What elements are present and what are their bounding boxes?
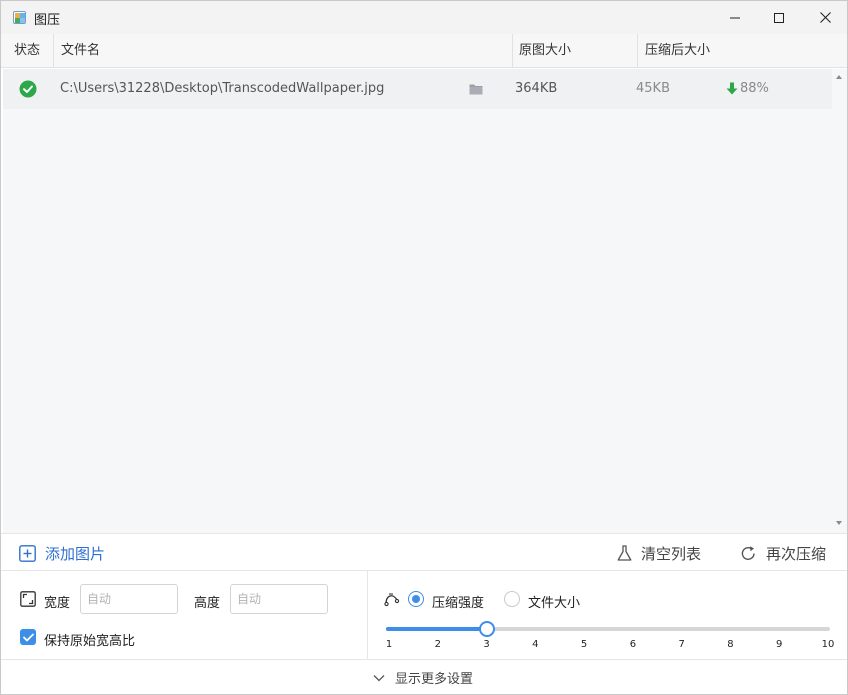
column-header-original-size[interactable]: 原图大小	[509, 34, 571, 68]
scroll-up-arrow-icon[interactable]	[836, 75, 842, 79]
app-window: 图压 状态 文件名 原图大小 压缩后大小 C:\Users\31228\Desk…	[0, 0, 848, 695]
close-icon	[819, 12, 831, 23]
strength-slider-thumb[interactable]	[478, 621, 495, 637]
title-bar[interactable]: 图压	[1, 1, 847, 34]
row-filename: C:\Users\31228\Desktop\TranscodedWallpap…	[60, 81, 385, 96]
strength-slider[interactable]	[386, 621, 830, 637]
clear-list-button[interactable]: 清空列表	[617, 534, 701, 572]
checkmark-icon	[22, 633, 34, 641]
column-header-filename[interactable]: 文件名	[51, 34, 100, 68]
height-input[interactable]	[230, 584, 328, 614]
chevron-down-icon	[373, 674, 385, 681]
flask-icon	[617, 544, 632, 561]
table-header: 状态 文件名 原图大小 压缩后大小	[1, 34, 847, 68]
vertical-scrollbar[interactable]	[832, 69, 847, 533]
row-original-size: 364KB	[515, 81, 558, 96]
strength-mode-label: 压缩强度	[432, 596, 485, 611]
add-image-label: 添加图片	[45, 544, 106, 563]
row-compression-ratio: 88%	[740, 81, 769, 96]
footer-bar: 显示更多设置	[1, 659, 847, 694]
recompress-button[interactable]: 再次压缩	[740, 534, 826, 572]
slider-tick-label: 9	[776, 639, 783, 650]
show-more-settings-button[interactable]: 显示更多设置	[373, 660, 473, 695]
recompress-label: 再次压缩	[766, 544, 827, 563]
slider-tick-label: 7	[678, 639, 685, 650]
compression-settings: 宽度 高度 保持原始宽高比 压缩强度 文件大小 1 2 3 4 5 6 7 8 9 10	[1, 571, 847, 659]
slider-tick-label: 3	[483, 639, 490, 650]
curve-icon	[384, 593, 400, 607]
strength-slider-fill	[386, 627, 487, 631]
slider-tick-label: 10	[821, 639, 835, 650]
scroll-down-arrow-icon[interactable]	[836, 521, 842, 525]
height-label: 高度	[194, 596, 221, 611]
slider-tick-label: 1	[385, 639, 393, 650]
maximize-button[interactable]	[756, 1, 802, 34]
minimize-icon	[730, 17, 740, 18]
close-button[interactable]	[802, 1, 848, 34]
slider-tick-label: 8	[727, 639, 734, 650]
maximize-icon	[774, 12, 784, 23]
strength-mode-radio[interactable]	[408, 591, 424, 607]
file-list[interactable]: C:\Users\31228\Desktop\TranscodedWallpap…	[3, 69, 832, 533]
folder-icon[interactable]	[469, 83, 483, 95]
window-title: 图压	[34, 13, 61, 28]
column-header-compressed-size[interactable]: 压缩后大小	[635, 34, 710, 68]
plus-square-icon	[19, 544, 36, 562]
clear-list-label: 清空列表	[641, 544, 702, 563]
action-toolbar: 添加图片 清空列表 再次压缩	[1, 533, 847, 571]
slider-tick-label: 4	[532, 639, 539, 650]
show-more-settings-label: 显示更多设置	[395, 672, 474, 687]
app-icon	[13, 11, 26, 24]
check-circle-icon	[19, 80, 37, 98]
slider-tick-label: 5	[580, 639, 588, 650]
table-row[interactable]: C:\Users\31228\Desktop\TranscodedWallpap…	[3, 69, 832, 109]
keep-ratio-label: 保持原始宽高比	[44, 634, 136, 649]
minimize-button[interactable]	[712, 1, 758, 34]
refresh-icon	[741, 545, 755, 560]
column-header-status[interactable]: 状态	[4, 34, 40, 68]
width-label: 宽度	[44, 596, 71, 611]
slider-tick-label: 2	[434, 639, 441, 650]
keep-ratio-checkbox[interactable]	[20, 629, 36, 645]
add-image-button[interactable]: 添加图片	[19, 534, 105, 572]
arrow-down-icon	[726, 82, 738, 95]
width-input[interactable]	[80, 584, 178, 614]
resize-icon	[20, 591, 36, 607]
slider-tick-label: 6	[629, 639, 637, 650]
row-compressed-size: 45KB	[636, 81, 670, 96]
filesize-mode-radio[interactable]	[504, 591, 520, 607]
filesize-mode-label: 文件大小	[528, 596, 581, 611]
settings-divider	[367, 571, 368, 659]
